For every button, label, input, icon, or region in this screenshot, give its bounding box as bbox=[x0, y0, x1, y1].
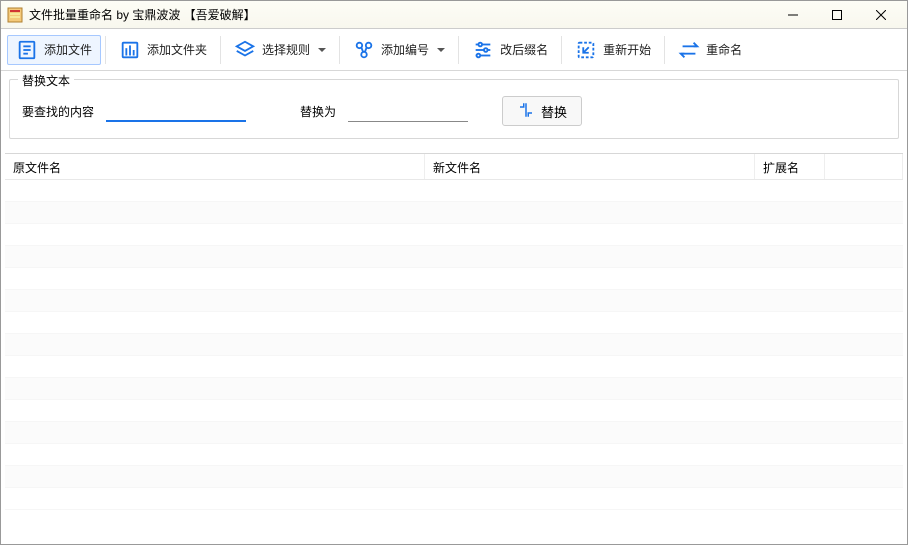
restart-button[interactable]: 重新开始 bbox=[566, 35, 660, 65]
replace-groupbox: 替换文本 要查找的内容 替换为 替换 bbox=[9, 79, 899, 139]
layers-icon bbox=[234, 39, 256, 61]
replace-button-label: 替换 bbox=[541, 102, 567, 121]
table-row bbox=[5, 466, 903, 488]
add-file-label: 添加文件 bbox=[44, 41, 92, 58]
table-row bbox=[5, 312, 903, 334]
add-file-icon bbox=[16, 39, 38, 61]
titlebar: 文件批量重命名 by 宝鼎波波 【吾爱破解】 bbox=[1, 1, 907, 29]
toolbar-separator bbox=[458, 36, 459, 64]
table-row bbox=[5, 268, 903, 290]
sliders-icon bbox=[472, 39, 494, 61]
change-ext-label: 改后缀名 bbox=[500, 41, 548, 58]
toolbar: 添加文件 添加文件夹 选择规则 添加编号 bbox=[1, 29, 907, 71]
dropdown-caret-icon bbox=[437, 48, 445, 52]
restart-label: 重新开始 bbox=[603, 41, 651, 58]
replace-icon bbox=[517, 101, 535, 122]
add-folder-icon bbox=[119, 39, 141, 61]
add-folder-button[interactable]: 添加文件夹 bbox=[110, 35, 216, 65]
table-row bbox=[5, 224, 903, 246]
add-number-button[interactable]: 添加编号 bbox=[344, 35, 454, 65]
table-row bbox=[5, 488, 903, 510]
toolbar-separator bbox=[339, 36, 340, 64]
table-row bbox=[5, 246, 903, 268]
table-row bbox=[5, 444, 903, 466]
col-rest bbox=[825, 154, 903, 179]
rename-button[interactable]: 重命名 bbox=[669, 35, 751, 65]
select-rule-button[interactable]: 选择规则 bbox=[225, 35, 335, 65]
col-newname[interactable]: 新文件名 bbox=[425, 154, 755, 179]
toolbar-separator bbox=[220, 36, 221, 64]
replace-legend: 替换文本 bbox=[18, 72, 74, 89]
toolbar-separator bbox=[561, 36, 562, 64]
dropdown-caret-icon bbox=[318, 48, 326, 52]
table-row bbox=[5, 290, 903, 312]
table-row bbox=[5, 334, 903, 356]
search-label: 要查找的内容 bbox=[22, 103, 94, 120]
grid-header: 原文件名 新文件名 扩展名 bbox=[5, 154, 903, 180]
table-row bbox=[5, 378, 903, 400]
minimize-button[interactable] bbox=[771, 1, 815, 29]
file-grid: 原文件名 新文件名 扩展名 bbox=[5, 153, 903, 510]
replace-label: 替换为 bbox=[300, 103, 336, 120]
grid-body bbox=[5, 180, 903, 510]
table-row bbox=[5, 356, 903, 378]
col-ext[interactable]: 扩展名 bbox=[755, 154, 825, 179]
add-file-button[interactable]: 添加文件 bbox=[7, 35, 101, 65]
add-folder-label: 添加文件夹 bbox=[147, 41, 207, 58]
toolbar-separator bbox=[664, 36, 665, 64]
replace-button[interactable]: 替换 bbox=[502, 96, 582, 126]
add-number-label: 添加编号 bbox=[381, 41, 429, 58]
table-row bbox=[5, 202, 903, 224]
nodes-icon bbox=[353, 39, 375, 61]
toolbar-separator bbox=[105, 36, 106, 64]
rename-icon bbox=[678, 39, 700, 61]
close-button[interactable] bbox=[859, 1, 903, 29]
table-row bbox=[5, 180, 903, 202]
rename-label: 重命名 bbox=[706, 41, 742, 58]
change-ext-button[interactable]: 改后缀名 bbox=[463, 35, 557, 65]
table-row bbox=[5, 422, 903, 444]
search-input[interactable] bbox=[106, 100, 246, 122]
maximize-button[interactable] bbox=[815, 1, 859, 29]
restart-icon bbox=[575, 39, 597, 61]
replace-input[interactable] bbox=[348, 100, 468, 122]
col-original[interactable]: 原文件名 bbox=[5, 154, 425, 179]
select-rule-label: 选择规则 bbox=[262, 41, 310, 58]
window-title: 文件批量重命名 by 宝鼎波波 【吾爱破解】 bbox=[29, 6, 256, 23]
app-icon bbox=[7, 7, 23, 23]
table-row bbox=[5, 400, 903, 422]
